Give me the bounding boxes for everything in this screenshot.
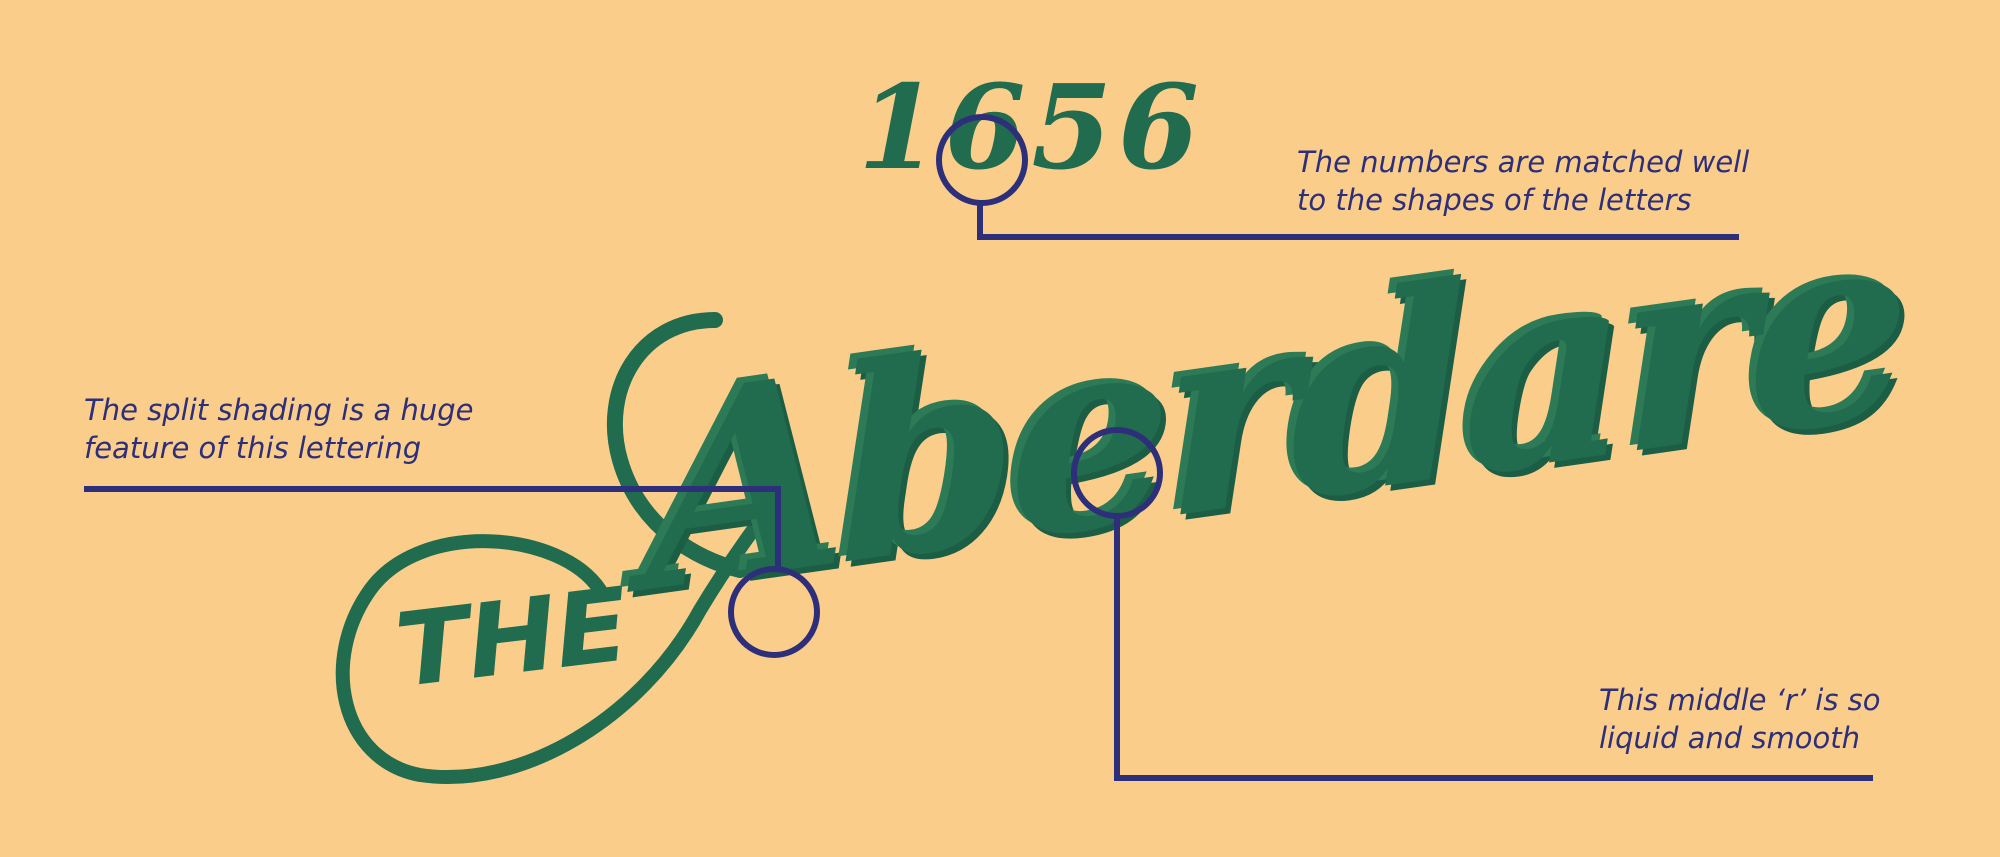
note-middle-r: This middle ‘r’ is so liquid and smooth <box>1599 681 1881 757</box>
note-line: The numbers are matched well <box>1297 145 1750 179</box>
note-line: to the shapes of the letters <box>1297 183 1692 217</box>
note-line: This middle ‘r’ is so <box>1599 683 1881 717</box>
callout-line-shading <box>84 486 781 569</box>
note-shading: The split shading is a huge feature of t… <box>84 391 474 467</box>
note-line: The split shading is a huge <box>84 393 474 427</box>
callout-circle-r <box>1071 427 1163 519</box>
lettering-poster: 1656 THE Aberdare The numbers are matche… <box>0 0 2000 857</box>
callout-circle-shading <box>728 566 820 658</box>
note-numbers: The numbers are matched well to the shap… <box>1297 143 1749 219</box>
note-line: feature of this lettering <box>84 431 422 465</box>
note-line: liquid and smooth <box>1599 721 1860 755</box>
callout-circle-numbers <box>936 114 1028 206</box>
